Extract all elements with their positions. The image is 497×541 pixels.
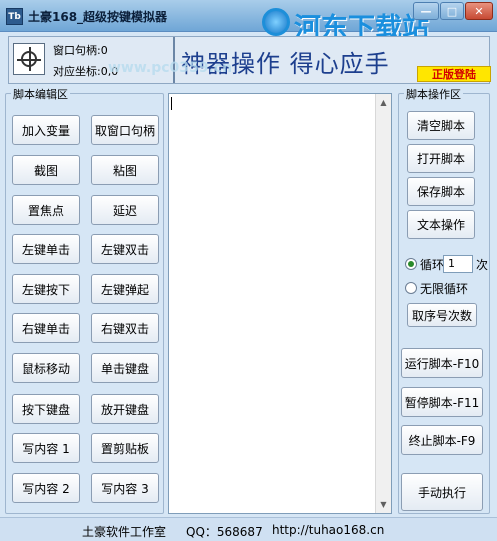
infinite-loop-label: 无限循环: [420, 282, 469, 296]
scroll-up-icon[interactable]: ▲: [376, 95, 391, 110]
left-release-button[interactable]: 左键弹起: [91, 274, 159, 304]
write-content-2-button[interactable]: 写内容 2: [12, 473, 80, 503]
loop-unit-label: 次: [476, 258, 489, 272]
app-icon: Tb: [6, 8, 23, 25]
key-down-button[interactable]: 按下键盘: [12, 394, 80, 424]
text-caret: [171, 97, 172, 110]
loop-radio[interactable]: [405, 258, 417, 270]
text-operation-button[interactable]: 文本操作: [407, 210, 475, 239]
minimize-button[interactable]: —: [413, 2, 439, 20]
right-click-button[interactable]: 右键单击: [12, 313, 80, 343]
script-editor[interactable]: ▲ ▼: [168, 93, 392, 514]
right-double-click-button[interactable]: 右键双击: [91, 313, 159, 343]
crosshair-target-icon[interactable]: [13, 43, 45, 75]
left-double-click-button[interactable]: 左键双击: [91, 234, 159, 264]
write-content-1-button[interactable]: 写内容 1: [12, 433, 80, 463]
seq-count-button[interactable]: 取序号次数: [407, 303, 477, 327]
script-operation-group-title: 脚本操作区: [404, 86, 463, 102]
manual-execute-button[interactable]: 手动执行: [401, 473, 483, 511]
save-script-button[interactable]: 保存脚本: [407, 177, 475, 206]
website-link[interactable]: http://tuhao168.cn: [272, 523, 384, 537]
app-window: Tb 土豪168_超级按键模拟器 河东下载站 — □ ✕ 窗口句柄:0 对应坐标…: [0, 0, 497, 541]
loop-label: 循环: [420, 258, 445, 272]
status-bar: 土豪软件工作室 QQ：568687 http://tuhao168.cn: [0, 517, 497, 541]
get-window-handle-button[interactable]: 取窗口句柄: [91, 115, 159, 145]
register-login-button[interactable]: 正版登陆: [417, 66, 491, 82]
run-script-button[interactable]: 运行脚本-F10: [401, 348, 483, 378]
delay-button[interactable]: 延迟: [91, 195, 159, 225]
paste-image-button[interactable]: 粘图: [91, 155, 159, 185]
set-focus-button[interactable]: 置焦点: [12, 195, 80, 225]
scroll-down-icon[interactable]: ▼: [376, 497, 391, 512]
header-panel: 窗口句柄:0 对应坐标:0,0 神器操作 得心应手 正版登陆: [8, 36, 491, 84]
open-script-button[interactable]: 打开脚本: [407, 144, 475, 173]
window-title: 土豪168_超级按键模拟器: [28, 10, 168, 24]
title-bar[interactable]: Tb 土豪168_超级按键模拟器 河东下载站 — □ ✕: [0, 0, 497, 44]
crosshair-vertical: [29, 47, 31, 71]
qq-number: QQ：568687: [186, 525, 263, 539]
screenshot-button[interactable]: 截图: [12, 155, 80, 185]
add-variable-button[interactable]: 加入变量: [12, 115, 80, 145]
infinite-loop-radio[interactable]: [405, 282, 417, 294]
pause-script-button[interactable]: 暂停脚本-F11: [401, 387, 483, 417]
close-button[interactable]: ✕: [465, 2, 493, 20]
maximize-button[interactable]: □: [440, 2, 464, 20]
stop-script-button[interactable]: 终止脚本-F9: [401, 425, 483, 455]
key-up-button[interactable]: 放开键盘: [91, 394, 159, 424]
write-content-3-button[interactable]: 写内容 3: [91, 473, 159, 503]
studio-name: 土豪软件工作室: [82, 525, 167, 539]
set-clipboard-button[interactable]: 置剪贴板: [91, 433, 159, 463]
watermark-url: www.pc0359.cn: [108, 60, 233, 76]
left-click-button[interactable]: 左键单击: [12, 234, 80, 264]
clear-script-button[interactable]: 清空脚本: [407, 111, 475, 140]
mouse-move-button[interactable]: 鼠标移动: [12, 353, 80, 383]
script-edit-group-title: 脚本编辑区: [11, 86, 70, 102]
left-press-button[interactable]: 左键按下: [12, 274, 80, 304]
loop-count-input[interactable]: 1: [443, 255, 473, 273]
window-handle-label: 窗口句柄:0: [53, 44, 108, 57]
watermark-logo-icon: [262, 8, 290, 36]
script-editor-content[interactable]: [171, 96, 375, 496]
editor-scrollbar[interactable]: ▲ ▼: [375, 94, 391, 513]
keyboard-click-button[interactable]: 单击键盘: [91, 353, 159, 383]
